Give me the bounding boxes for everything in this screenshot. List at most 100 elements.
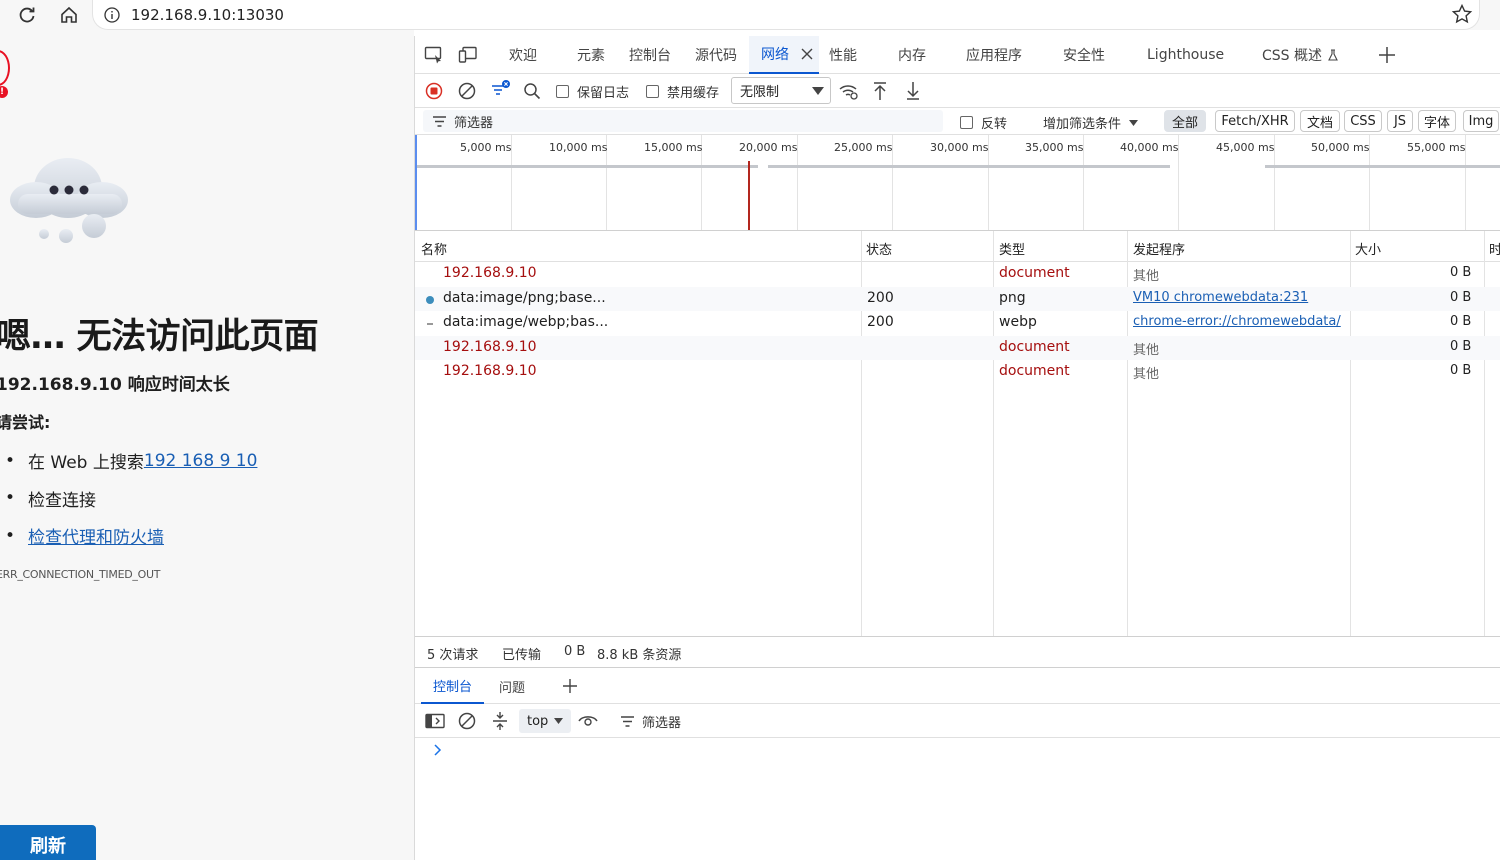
table-row[interactable]: 192.168.9.10 document 其他 0 B (415, 360, 1500, 385)
tab-application[interactable]: 应用程序 (966, 36, 1022, 74)
timeline-tick: 15,000 ms (644, 141, 703, 154)
record-button[interactable] (425, 82, 443, 100)
network-summary-bar: 5 次请求 已传输 0 B 8.8 kB 条资源 (415, 636, 1500, 668)
search-icon (524, 83, 541, 100)
console-clear-button[interactable] (458, 712, 476, 730)
filter-toggle-button[interactable] (490, 80, 512, 100)
timeline-tick: 35,000 ms (1025, 141, 1084, 154)
search-button[interactable] (523, 82, 541, 100)
column-header-size[interactable]: 大小 (1355, 239, 1381, 258)
invert-checkbox[interactable]: 反转 (960, 113, 1007, 132)
device-toolbar-button[interactable] (457, 45, 479, 65)
favorite-star-icon[interactable] (1451, 3, 1473, 29)
table-row[interactable]: data:image/png;base... 200 png VM10 chro… (415, 286, 1500, 311)
filter-type-img[interactable]: Img (1463, 110, 1499, 132)
request-name: 192.168.9.10 (443, 363, 537, 379)
column-header-initiator[interactable]: 发起程序 (1133, 239, 1185, 258)
error-dot-icon: ! (0, 86, 8, 98)
filter-type-css[interactable]: CSS (1344, 110, 1382, 132)
column-header-time[interactable]: 时 (1489, 239, 1500, 258)
request-name: 192.168.9.10 (443, 265, 537, 281)
request-count: 5 次请求 (427, 648, 479, 663)
table-row[interactable]: 192.168.9.10 document 其他 0 B (415, 262, 1500, 287)
console-filter-input[interactable]: 筛选器 (611, 709, 1491, 733)
table-row[interactable]: data:image/webp;bas... 200 webp chrome-e… (415, 311, 1500, 336)
request-bar (1265, 165, 1500, 168)
timeline-tick: 20,000 ms (739, 141, 798, 154)
collapse-expand-icon (493, 712, 507, 730)
throttling-select[interactable]: 无限制 (731, 77, 831, 104)
error-subtitle: 192.168.9.10 响应时间太长 (0, 375, 230, 395)
more-filters-dropdown[interactable]: 增加筛选条件 (1043, 113, 1139, 132)
plus-icon (1379, 47, 1395, 63)
inspect-element-button[interactable] (423, 45, 445, 65)
tab-elements[interactable]: 元素 (577, 36, 605, 74)
filter-type-all[interactable]: 全部 (1164, 110, 1206, 132)
request-initiator-link[interactable]: chrome-error://chromewebdata/ (1133, 314, 1349, 329)
record-stop-icon (425, 82, 443, 100)
import-har-button[interactable] (871, 80, 889, 102)
tab-network[interactable]: 网络 (749, 36, 819, 74)
console-expand-button[interactable] (490, 711, 510, 731)
tab-css-overview[interactable]: CSS 概述 (1262, 36, 1338, 74)
filter-type-font[interactable]: 字体 (1418, 110, 1456, 132)
address-bar[interactable]: 192.168.9.10:13030 (92, 0, 1480, 30)
error-page: ! 嗯… 无法访问此页面 192.168.9.10 响应时间太长 请尝试: 在 … (0, 30, 414, 860)
filter-type-doc[interactable]: 文档 (1300, 110, 1340, 132)
tab-security[interactable]: 安全性 (1063, 36, 1105, 74)
tab-console[interactable]: 控制台 (629, 36, 671, 74)
home-button[interactable] (57, 3, 81, 27)
disable-cache-label: 禁用缓存 (667, 86, 720, 101)
console-sidebar-button[interactable] (425, 712, 445, 730)
export-har-button[interactable] (904, 80, 922, 102)
url-text[interactable]: 192.168.9.10:13030 (131, 6, 284, 24)
drawer-tab-console[interactable]: 控制台 (421, 668, 485, 704)
error-title: 嗯… 无法访问此页面 (0, 317, 319, 357)
drawer-tab-issues[interactable]: 问题 (499, 668, 525, 704)
column-header-name[interactable]: 名称 (421, 239, 447, 258)
site-info-icon[interactable] (103, 6, 121, 24)
error-code: ERR_CONNECTION_TIMED_OUT (0, 568, 161, 581)
suggestion-search: 在 Web 上搜索 192 168 9 10 (0, 442, 400, 480)
home-icon (61, 6, 77, 23)
live-expression-button[interactable] (577, 712, 599, 730)
console-prompt-chevron-icon[interactable] (433, 744, 443, 760)
tab-sources[interactable]: 源代码 (695, 36, 737, 74)
clear-button[interactable] (458, 82, 476, 100)
suggestion-text: 在 Web 上搜索 (28, 453, 144, 474)
refresh-button[interactable]: 刷新 (0, 825, 96, 860)
checkbox-box[interactable] (960, 116, 973, 129)
disable-cache-checkbox[interactable]: 禁用缓存 (646, 82, 719, 101)
request-type: png (999, 289, 1026, 306)
drawer-add-tab-button[interactable] (561, 677, 579, 695)
checkbox-box[interactable] (646, 85, 659, 98)
browser-toolbar: 192.168.9.10:13030 (0, 0, 1500, 30)
check-proxy-firewall-link[interactable]: 检查代理和防火墙 (28, 523, 164, 548)
timeline-overview[interactable]: 5,000 ms 10,000 ms 15,000 ms 20,000 ms 2… (415, 135, 1500, 231)
request-initiator-link[interactable]: VM10 chromewebdata:231 (1133, 290, 1348, 305)
reload-button[interactable] (15, 3, 39, 27)
column-header-status[interactable]: 状态 (866, 239, 892, 258)
filter-type-js[interactable]: JS (1387, 110, 1413, 132)
tab-memory[interactable]: 内存 (898, 36, 926, 74)
tab-lighthouse[interactable]: Lighthouse (1147, 36, 1224, 74)
tab-welcome[interactable]: 欢迎 (509, 36, 537, 74)
context-select[interactable]: top (519, 709, 571, 733)
close-icon[interactable] (801, 48, 813, 60)
request-table-header: 名称 状态 类型 发起程序 大小 时 (415, 231, 1500, 262)
preserve-log-checkbox[interactable]: 保留日志 (556, 82, 629, 101)
network-conditions-button[interactable] (838, 80, 860, 102)
transferred-label: 已传输 (502, 648, 542, 663)
more-tabs-button[interactable] (1377, 45, 1397, 65)
suggestion-list: 在 Web 上搜索 192 168 9 10 检查连接 检查代理和防火墙 (0, 442, 400, 555)
table-row[interactable]: 192.168.9.10 document 其他 0 B (415, 335, 1500, 360)
filter-input[interactable]: 筛选器 (423, 110, 943, 132)
preserve-log-label: 保留日志 (577, 86, 630, 101)
column-header-type[interactable]: 类型 (999, 239, 1025, 258)
checkbox-box[interactable] (556, 85, 569, 98)
search-web-link[interactable]: 192 168 9 10 (144, 451, 258, 471)
tab-performance[interactable]: 性能 (829, 36, 857, 74)
suggestion-check-connection: 检查连接 (0, 480, 400, 518)
request-bar (768, 165, 1170, 168)
filter-type-fetch-xhr[interactable]: Fetch/XHR (1215, 110, 1295, 132)
